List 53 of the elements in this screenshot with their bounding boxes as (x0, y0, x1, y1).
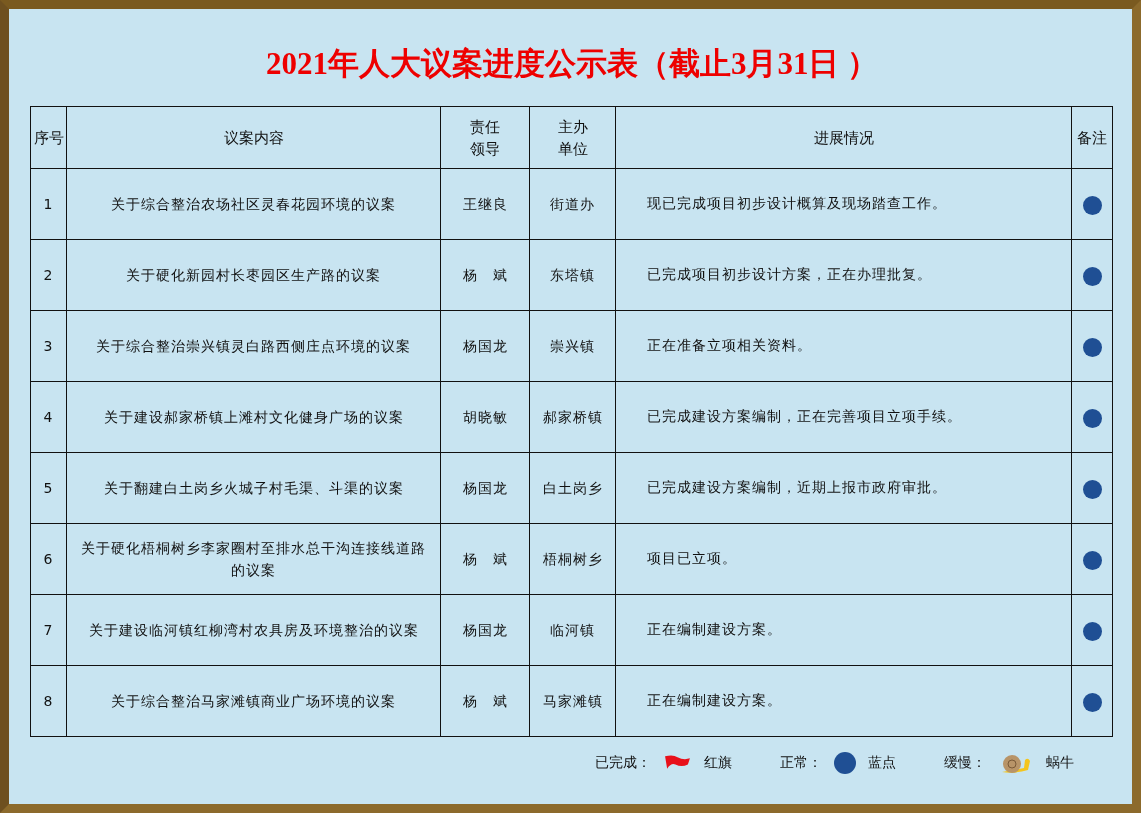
table-cell: 正在编制建设方案。 (615, 594, 1072, 666)
table-cell-text: 关于建设临河镇红柳湾村农具房及环境整治的议案 (87, 621, 420, 640)
column-header: 议案内容 (223, 128, 284, 147)
table-cell: 正在编制建设方案。 (615, 665, 1072, 737)
column-header: 主办单位 (556, 116, 589, 160)
table-cell: 正在准备立项相关资料。 (615, 310, 1072, 382)
table-cell: 杨 斌 (440, 239, 530, 311)
legend-name: 红旗 (704, 754, 732, 772)
table-cell-text: 关于综合整治农场社区灵春花园环境的议案 (110, 195, 397, 214)
column-header: 备注 (1077, 128, 1107, 147)
legend-label: 正常： (780, 754, 822, 772)
table-cell: 马家滩镇 (529, 665, 616, 737)
column-header: 序号 (33, 128, 64, 147)
legend-label: 缓慢： (944, 754, 986, 772)
table-cell-text: 关于建设郝家桥镇上滩村文化健身广场的议案 (102, 408, 405, 427)
table-cell: 杨 斌 (440, 665, 530, 737)
table-cell: 街道办 (529, 168, 616, 240)
table-cell: 现已完成项目初步设计概算及现场踏查工作。 (615, 168, 1072, 240)
table-cell: 7 (30, 594, 67, 666)
table-cell-text: 关于硬化新园村长枣园区生产路的议案 (125, 266, 382, 285)
table-cell: 6 (30, 523, 67, 595)
table-cell: 梧桐树乡 (529, 523, 616, 595)
table-cell: 5 (30, 452, 67, 524)
table-cell: 崇兴镇 (529, 310, 616, 382)
table-cell: 项目已立项。 (615, 523, 1072, 595)
table-cell-text: 关于综合整治马家滩镇商业广场环境的议案 (110, 692, 397, 711)
table-cell: 王继良 (440, 168, 530, 240)
legend-name: 蓝点 (868, 754, 896, 772)
legend-name: 蜗牛 (1046, 754, 1074, 772)
legend-label: 已完成： (595, 754, 651, 772)
table-cell: 杨国龙 (440, 452, 530, 524)
table-cell: 2 (30, 239, 67, 311)
table-cell: 杨国龙 (440, 594, 530, 666)
column-header: 责任领导 (469, 116, 501, 160)
table-cell: 杨 斌 (440, 523, 530, 595)
column-header: 进展情况 (813, 128, 874, 147)
table-cell-text: 关于综合整治崇兴镇灵白路西侧庄点环境的议案 (95, 337, 412, 356)
table-cell: 杨国龙 (440, 310, 530, 382)
table-cell: 已完成项目初步设计方案，正在办理批复。 (615, 239, 1072, 311)
table-cell: 已完成建设方案编制，正在完善项目立项手续。 (615, 381, 1072, 453)
table-cell: 郝家桥镇 (529, 381, 616, 453)
table-cell: 8 (30, 665, 67, 737)
table-cell: 东塔镇 (529, 239, 616, 311)
table-cell: 已完成建设方案编制，近期上报市政府审批。 (615, 452, 1072, 524)
page-title: 2021年人大议案进度公示表（截止3月31日 ） (264, 45, 880, 83)
table-cell-text: 关于硬化梧桐树乡李家圈村至排水总干沟连接线道路的议案 (80, 539, 427, 580)
table-cell: 1 (30, 168, 67, 240)
table-cell: 临河镇 (529, 594, 616, 666)
table-cell: 4 (30, 381, 67, 453)
table-cell: 白土岗乡 (529, 452, 616, 524)
table-cell-text: 关于翻建白土岗乡火城子村毛渠、斗渠的议案 (102, 479, 405, 498)
table-cell: 胡晓敏 (440, 381, 530, 453)
table-cell: 3 (30, 310, 67, 382)
